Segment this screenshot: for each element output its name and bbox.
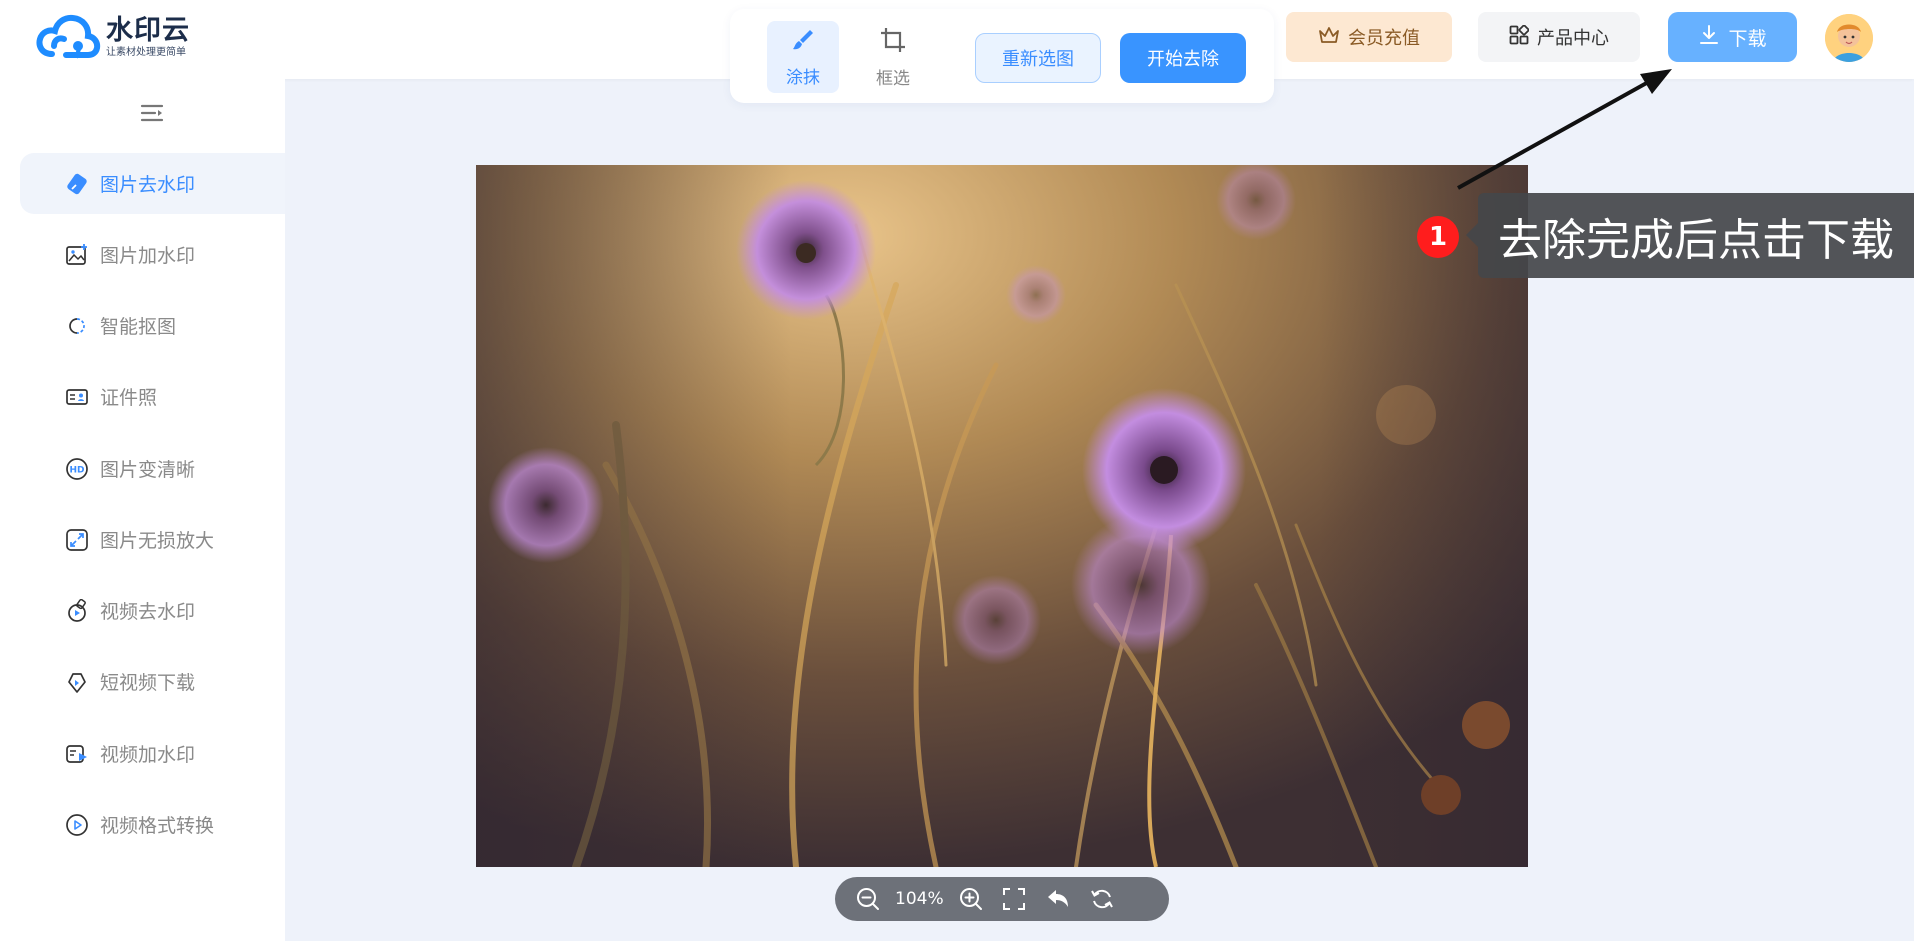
download-label: 下载 xyxy=(1728,27,1767,50)
sidebar-item-label: 图片去水印 xyxy=(100,174,196,196)
start-remove-button[interactable]: 开始去除 xyxy=(1120,33,1246,83)
crop-icon xyxy=(879,26,907,58)
svg-text:HD: HD xyxy=(69,465,84,475)
sidebar-item-label: 图片加水印 xyxy=(100,245,196,267)
sidebar-item-label: 证件照 xyxy=(100,387,158,409)
menu-collapse-icon[interactable] xyxy=(138,101,166,125)
sidebar-item-id-photo[interactable]: 证件照 xyxy=(20,366,285,427)
sidebar-item-image-watermark-remove[interactable]: 图片去水印 xyxy=(20,153,285,214)
flower-photo xyxy=(476,165,1528,867)
member-recharge-label: 会员充值 xyxy=(1348,28,1420,49)
zoom-in-icon[interactable] xyxy=(958,886,984,912)
enlarge-icon xyxy=(64,527,90,553)
grid-icon xyxy=(1509,24,1537,50)
video-eraser-icon xyxy=(64,598,90,624)
id-card-icon xyxy=(64,384,90,410)
sidebar-item-label: 智能抠图 xyxy=(100,316,177,338)
logo[interactable]: 水印云 让素材处理更简单 xyxy=(36,12,190,62)
sidebar-item-label: 图片无损放大 xyxy=(100,530,215,552)
cutout-icon xyxy=(64,313,90,339)
edit-toolbar: 涂抹 框选 重新选图 开始去除 xyxy=(730,9,1274,103)
video-convert-icon xyxy=(64,812,90,838)
sidebar-item-label: 视频去水印 xyxy=(100,601,196,623)
brush-icon xyxy=(790,27,816,57)
sidebar-item-image-enhance[interactable]: HD 图片变清晰 xyxy=(20,438,285,499)
zoom-out-icon[interactable] xyxy=(855,886,881,912)
reselect-image-button[interactable]: 重新选图 xyxy=(975,33,1101,83)
reset-icon[interactable] xyxy=(1090,887,1114,911)
member-recharge-button[interactable]: 会员充值 xyxy=(1286,12,1452,62)
video-add-icon xyxy=(64,741,90,767)
sidebar-item-image-watermark-add[interactable]: 图片加水印 xyxy=(20,224,285,285)
top-header: 水印云 让素材处理更简单 涂抹 框选 重新选图 开始去除 会员充值 产品中心 下… xyxy=(0,0,1914,103)
sidebar-item-label: 视频加水印 xyxy=(100,744,196,766)
tool-box-label: 框选 xyxy=(876,68,910,89)
short-video-icon xyxy=(64,669,90,695)
tool-box-select[interactable]: 框选 xyxy=(857,21,929,93)
sidebar: 图片去水印 图片加水印 智能抠图 证件照 HD 图片变清晰 图片无损放大 视频去… xyxy=(0,79,285,941)
product-center-label: 产品中心 xyxy=(1537,28,1609,49)
eraser-icon xyxy=(64,171,90,197)
sidebar-item-image-upscale[interactable]: 图片无损放大 xyxy=(20,509,285,570)
zoom-toolbar: 104% xyxy=(835,877,1169,921)
sidebar-item-video-watermark-add[interactable]: 视频加水印 xyxy=(20,723,285,784)
sidebar-item-video-format-convert[interactable]: 视频格式转换 xyxy=(20,794,285,855)
sidebar-item-label: 短视频下载 xyxy=(100,672,196,694)
undo-icon[interactable] xyxy=(1046,888,1070,910)
annotation-step-badge: 1 xyxy=(1417,216,1459,258)
image-canvas[interactable] xyxy=(476,165,1528,867)
sidebar-item-short-video-download[interactable]: 短视频下载 xyxy=(20,651,285,712)
sidebar-item-label: 视频格式转换 xyxy=(100,815,215,837)
logo-name: 水印云 xyxy=(106,14,190,46)
image-add-icon xyxy=(64,242,90,268)
avatar[interactable] xyxy=(1825,14,1873,62)
hd-icon: HD xyxy=(64,456,90,482)
sidebar-item-video-watermark-remove[interactable]: 视频去水印 xyxy=(20,580,285,641)
download-icon xyxy=(1698,24,1728,51)
crown-icon xyxy=(1318,25,1348,50)
product-center-button[interactable]: 产品中心 xyxy=(1478,12,1640,62)
tool-smear[interactable]: 涂抹 xyxy=(767,21,839,93)
zoom-level: 104% xyxy=(895,889,944,909)
download-button[interactable]: 下载 xyxy=(1668,12,1797,62)
sidebar-item-label: 图片变清晰 xyxy=(100,459,196,481)
sidebar-item-smart-cutout[interactable]: 智能抠图 xyxy=(20,295,285,356)
fit-screen-icon[interactable] xyxy=(1002,887,1026,911)
cloud-logo-icon xyxy=(36,12,102,62)
annotation-tooltip: 去除完成后点击下载 xyxy=(1466,193,1914,278)
tool-smear-label: 涂抹 xyxy=(786,67,820,88)
logo-slogan: 让素材处理更简单 xyxy=(106,46,186,58)
